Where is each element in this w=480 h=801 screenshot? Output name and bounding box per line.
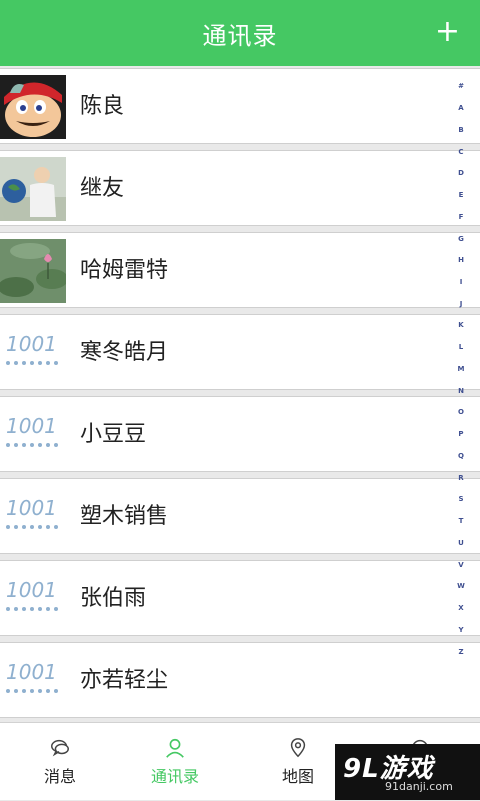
contact-name: 陈良 xyxy=(80,94,125,119)
avatar xyxy=(0,75,66,139)
contact-name: 寒冬皓月 xyxy=(80,340,169,365)
index-letter[interactable]: U xyxy=(451,539,471,547)
index-letter[interactable]: S xyxy=(451,495,471,503)
map-pin-icon xyxy=(290,738,306,758)
svg-text:1001: 1001 xyxy=(6,496,57,520)
avatar: 1001 xyxy=(0,403,66,467)
list-item[interactable]: 1001 寒冬皓月 xyxy=(0,314,480,390)
index-letter[interactable]: N xyxy=(451,387,471,395)
index-letter[interactable]: X xyxy=(451,604,471,612)
avatar: 1001 xyxy=(0,567,66,631)
index-letter[interactable]: V xyxy=(451,561,471,569)
contact-name: 小豆豆 xyxy=(80,422,147,447)
contact-name: 哈姆雷特 xyxy=(80,258,169,283)
tab-contacts[interactable]: 通讯录 xyxy=(115,723,235,801)
contact-name: 亦若轻尘 xyxy=(80,668,169,693)
contact-name: 张伯雨 xyxy=(80,586,147,611)
avatar: 1001 xyxy=(0,321,66,385)
contact-list[interactable]: 陈良 继友 哈姆雷特 1001 寒冬皓月 1001 小豆豆 1001 塑木销售 … xyxy=(0,66,480,722)
avatar: 1001 xyxy=(0,485,66,549)
index-letter[interactable]: E xyxy=(451,191,471,199)
avatar: 1001 xyxy=(0,649,66,713)
person-icon xyxy=(166,738,184,758)
tab-label: 消息 xyxy=(43,767,76,786)
index-letter[interactable]: P xyxy=(451,430,471,438)
chat-bubble-icon xyxy=(51,739,69,757)
index-letter[interactable]: I xyxy=(451,278,471,286)
index-letter[interactable]: F xyxy=(451,213,471,221)
watermark-logo: 9L游戏 91danji.com xyxy=(335,744,480,800)
index-letter[interactable]: T xyxy=(451,517,471,525)
list-item[interactable]: 1001 塑木销售 xyxy=(0,478,480,554)
watermark-site: 91danji.com xyxy=(385,780,453,793)
list-item[interactable]: 1001 小豆豆 xyxy=(0,396,480,472)
index-letter[interactable]: J xyxy=(451,300,471,308)
list-item[interactable]: 陈良 xyxy=(0,68,480,144)
list-item[interactable]: 1001 亦若轻尘 xyxy=(0,642,480,718)
contact-name: 继友 xyxy=(80,176,125,201)
index-letter[interactable]: R xyxy=(451,474,471,482)
index-letter[interactable]: G xyxy=(451,235,471,243)
index-letter[interactable]: Z xyxy=(451,648,471,656)
index-letter[interactable]: M xyxy=(451,365,471,373)
svg-text:1001: 1001 xyxy=(6,414,57,438)
svg-text:1001: 1001 xyxy=(6,332,57,356)
svg-text:1001: 1001 xyxy=(6,578,57,602)
index-letter[interactable]: H xyxy=(451,256,471,264)
index-letter[interactable]: A xyxy=(451,104,471,112)
page-title: 通讯录 xyxy=(202,21,278,50)
contact-name: 塑木销售 xyxy=(80,504,169,529)
index-letter[interactable]: Q xyxy=(451,452,471,460)
svg-text:1001: 1001 xyxy=(6,660,57,684)
header-bar: 通讯录 + xyxy=(0,0,480,66)
index-letter[interactable]: Y xyxy=(451,626,471,634)
index-letter[interactable]: K xyxy=(451,321,471,329)
list-item[interactable]: 继友 xyxy=(0,150,480,226)
tab-label: 通讯录 xyxy=(150,767,199,786)
index-letter[interactable]: W xyxy=(451,582,471,590)
index-letter[interactable]: # xyxy=(451,82,471,90)
list-item[interactable]: 1001 张伯雨 xyxy=(0,560,480,636)
avatar xyxy=(0,239,66,303)
plus-icon[interactable]: + xyxy=(435,12,460,52)
index-letter[interactable]: C xyxy=(451,148,471,156)
index-letter[interactable]: D xyxy=(451,169,471,177)
index-letter[interactable]: B xyxy=(451,126,471,134)
avatar xyxy=(0,157,66,221)
index-letter[interactable]: O xyxy=(451,408,471,416)
alphabet-index[interactable]: # A B C D E F G H I J K L M N O P Q R S … xyxy=(451,78,471,658)
list-item[interactable]: 哈姆雷特 xyxy=(0,232,480,308)
tab-messages[interactable]: 消息 xyxy=(0,723,120,801)
index-letter[interactable]: L xyxy=(451,343,471,351)
